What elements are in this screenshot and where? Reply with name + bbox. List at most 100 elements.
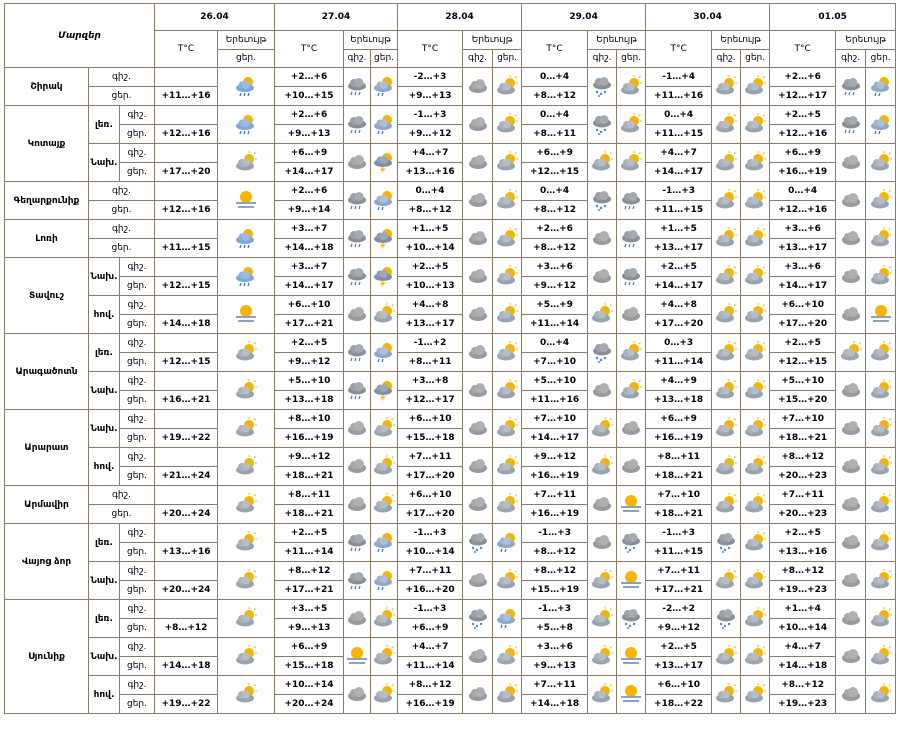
cloud-icon — [468, 116, 487, 131]
period-label: գիշ. — [118, 333, 156, 353]
sun-cloud-icon — [870, 340, 892, 360]
day-header: ցեր. — [865, 48, 897, 68]
temperature-value: +9…+12 — [274, 447, 345, 467]
temperature-value: +11…+16 — [521, 390, 589, 410]
temperature-value: +20…+23 — [769, 504, 837, 524]
temperature-value: +9…+14 — [274, 200, 345, 220]
sun-cloud-icon — [592, 302, 614, 322]
day-header: ցեր. — [740, 48, 771, 68]
temperature-value — [154, 181, 219, 201]
sun-cloud-icon — [745, 416, 767, 436]
temperature-value: +5…+10 — [769, 371, 837, 391]
cloud-rain-icon — [348, 229, 367, 247]
cloud-icon — [841, 420, 860, 435]
night-header: գիշ. — [711, 48, 742, 68]
period-label: ցեր. — [87, 200, 156, 220]
temperature-value: +13…+16 — [154, 542, 219, 562]
sun-cloud-icon — [236, 644, 258, 664]
temperature-value: +14…+18 — [154, 656, 219, 676]
sun-cloud-icon — [870, 264, 892, 284]
cloud-sun-rain-icon — [236, 228, 255, 248]
period-label: գիշ. — [118, 105, 156, 125]
sun-cloud-icon — [497, 644, 519, 664]
period-label: ցեր. — [118, 314, 156, 334]
date-header: 27.04 — [274, 3, 399, 31]
sun-cloud-icon — [497, 682, 519, 702]
temperature-value: +9…+12 — [274, 352, 345, 372]
temperature-value: +9…+12 — [521, 447, 589, 467]
cloud-icon — [468, 420, 487, 435]
table-row: հով. գիշ. +10…+14 +8…+12 +7…+11 +6…+10 +8…+12 — [5, 675, 897, 714]
sun-cloud-icon — [745, 264, 767, 284]
cloud-snow-icon — [593, 76, 612, 97]
temperature-value: +8…+12 — [154, 618, 219, 638]
temperature-value: +11…+15 — [154, 238, 219, 258]
period-label: գիշ. — [118, 371, 156, 391]
sun-cloud-icon — [497, 340, 519, 360]
sun-cloud-rain-icon — [374, 342, 393, 362]
sun-cloud-icon — [497, 454, 519, 474]
cloud-sun-rain-icon — [236, 76, 255, 96]
temperature-value: +17…+21 — [645, 580, 713, 600]
period-label: գիշ. — [87, 67, 156, 87]
sun-cloud-icon — [745, 682, 767, 702]
period-label: ցեր. — [118, 694, 156, 714]
period-label: ցեր. — [118, 466, 156, 486]
sun-cloud-icon — [236, 492, 258, 512]
temperature-value: +6…+10 — [397, 485, 464, 505]
table-row: Արագածոտն լեռ. գիշ. +2…+5 -1…+2 0…+4 0…+3 +2…+5 — [4, 333, 897, 410]
sun-cloud-icon — [592, 416, 614, 436]
temperature-value: 0…+3 — [645, 333, 713, 353]
temperature-value — [154, 143, 219, 163]
cloud-rain-icon — [841, 77, 860, 95]
regions-header: Մարզեր — [3, 3, 156, 68]
temperature-value — [154, 523, 219, 543]
cloud-icon — [593, 496, 612, 511]
sun-cloud-icon — [716, 416, 738, 436]
cloud-icon — [348, 496, 367, 511]
temperature-value: +7…+10 — [521, 409, 589, 429]
temperature-value: +10…+15 — [274, 86, 345, 106]
temperature-value: +2…+5 — [274, 333, 345, 353]
sun-fog-icon — [621, 684, 642, 702]
cloud-rain-icon — [622, 229, 641, 247]
sun-fog-icon — [870, 304, 891, 322]
sun-cloud-icon — [621, 74, 643, 94]
cloud-icon — [841, 268, 860, 283]
temperature-value: +11…+15 — [645, 542, 713, 562]
cloud-icon — [622, 458, 641, 473]
temperature-value: +14…+18 — [274, 238, 345, 258]
temperature-value: +6…+9 — [645, 409, 713, 429]
temperature-value: -2…+3 — [397, 67, 464, 87]
sun-cloud-icon — [374, 492, 396, 512]
temperature-value — [154, 561, 219, 581]
temperature-value — [154, 257, 219, 277]
sun-cloud-icon — [592, 454, 614, 474]
region-name: Տավուշ — [4, 257, 89, 334]
temperature-value: +12…+15 — [154, 276, 219, 296]
cloud-icon — [348, 154, 367, 169]
temperature-value — [154, 333, 219, 353]
period-label: գիշ. — [118, 599, 156, 619]
cloud-icon — [841, 572, 860, 587]
temperature-value: +7…+10 — [521, 352, 589, 372]
sun-cloud-icon — [745, 340, 767, 360]
period-label: գիշ. — [87, 181, 156, 201]
temperature-value: +8…+12 — [397, 675, 464, 695]
temperature-value: +3…+7 — [274, 257, 345, 277]
cloud-icon — [622, 420, 641, 435]
temperature-value: +3…+6 — [521, 257, 589, 277]
temperature-value: +2…+6 — [274, 67, 345, 87]
temperature-value: 0…+4 — [645, 105, 713, 125]
temperature-value: +20…+24 — [154, 580, 219, 600]
temperature-value: +4…+7 — [769, 637, 837, 657]
temperature-value: +14…+17 — [274, 162, 345, 182]
cloud-icon — [348, 458, 367, 473]
sun-cloud-icon — [592, 644, 614, 664]
period-label: գիշ. — [118, 257, 156, 277]
sun-cloud-icon — [745, 74, 767, 94]
temperature-value: +14…+17 — [645, 276, 713, 296]
cloud-icon — [468, 648, 487, 663]
temperature-value: +11…+14 — [397, 656, 464, 676]
temperature-value: +9…+13 — [274, 124, 345, 144]
